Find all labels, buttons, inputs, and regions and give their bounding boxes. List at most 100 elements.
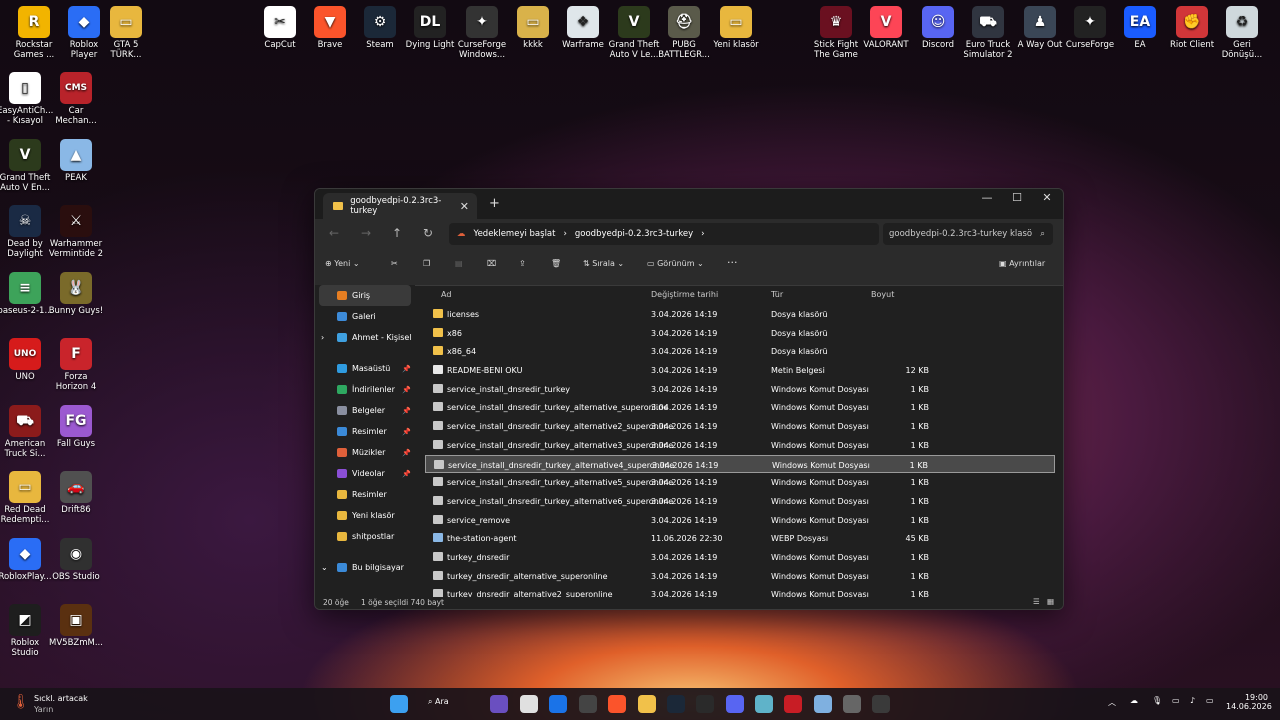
desktop-icon-curseforge[interactable]: ✦ CurseForge bbox=[1062, 6, 1118, 50]
pin-icon[interactable]: 📌 bbox=[402, 428, 411, 436]
weather-icon[interactable]: 🌡 bbox=[12, 694, 30, 710]
desktop-icon-mv5bzmm[interactable]: ▣ MV5BZmM... bbox=[48, 604, 104, 648]
desktop-icon-riot-client[interactable]: ✊ Riot Client bbox=[1164, 6, 1220, 50]
desktop-icon-robloxplay[interactable]: ◆ RobloxPlay... bbox=[0, 537, 53, 582]
sidebar-item-resimler[interactable]: Resimler bbox=[315, 484, 415, 505]
table-row[interactable]: x86 3.04.2026 14:19 Dosya klasörü bbox=[425, 324, 1055, 343]
column-type[interactable]: Tür bbox=[771, 290, 783, 299]
desktop-icon-valorant[interactable]: V VALORANT bbox=[858, 6, 914, 50]
expand-icon[interactable]: ⌄ bbox=[321, 563, 328, 572]
sidebar-item-giri[interactable]: Giriş bbox=[319, 285, 411, 306]
desktop-icon-dying-light[interactable]: DL Dying Light bbox=[402, 6, 458, 50]
tiles-view-icon[interactable]: ▦ bbox=[1047, 597, 1054, 606]
sidebar-item-i-ndirilenler[interactable]: İndirilenler 📌 bbox=[315, 379, 415, 400]
refresh-icon[interactable]: ↻ bbox=[423, 226, 433, 240]
table-row[interactable]: service_install_dnsredir_turkey 3.04.2026… bbox=[425, 380, 1055, 399]
pin-icon[interactable]: 📌 bbox=[402, 407, 411, 415]
netflix-icon[interactable] bbox=[784, 695, 802, 713]
tray-chevron-icon[interactable]: ︿ bbox=[1108, 697, 1116, 708]
outlook-icon[interactable] bbox=[549, 695, 567, 713]
sidebar-item-ahmet-ki-isel[interactable]: › Ahmet - Kişisel bbox=[315, 327, 415, 348]
desktop-icon-curseforge-windows[interactable]: ✦ CurseForge Windows... bbox=[454, 6, 510, 60]
desktop-icon-grand-theft-auto-v-en[interactable]: V Grand Theft Auto V En... bbox=[0, 138, 53, 193]
desktop-icon-red-dead-redempti[interactable]: ▭ Red Dead Redempti... bbox=[0, 471, 53, 525]
desktop-icon-a-way-out[interactable]: ♟ A Way Out bbox=[1012, 6, 1068, 50]
brave-icon[interactable] bbox=[608, 695, 626, 713]
desktop-icon-fall-guys[interactable]: FG Fall Guys bbox=[48, 404, 104, 449]
desktop-icon-baseus-2-1[interactable]: ≡ baseus-2-1... bbox=[0, 271, 53, 316]
details-button[interactable]: ▣ Ayrıntılar bbox=[999, 259, 1045, 268]
desktop-icon-grand-theft-auto-v-le[interactable]: V Grand Theft Auto V Le... bbox=[606, 6, 662, 60]
chatgpt-app-icon[interactable] bbox=[872, 695, 890, 713]
search-button[interactable]: ⌕ Ara bbox=[428, 697, 472, 707]
expand-icon[interactable]: › bbox=[321, 333, 324, 342]
pin-icon[interactable]: 📌 bbox=[402, 449, 411, 457]
copy-icon[interactable]: ❐ bbox=[423, 259, 430, 268]
share-icon[interactable]: ⇪ bbox=[519, 259, 526, 268]
desktop-icon-american-truck-si[interactable]: ⛟ American Truck Si... bbox=[0, 404, 53, 459]
desktop-icon-warhammer-vermintide-2[interactable]: ⚔ Warhammer Vermintide 2 bbox=[48, 205, 104, 259]
volume-icon[interactable]: ♪ bbox=[1190, 696, 1195, 705]
table-row[interactable]: turkey_dnsredir_alternative_superonline 3… bbox=[425, 567, 1055, 586]
more-button[interactable]: ··· bbox=[727, 256, 738, 269]
desktop-icon-uno[interactable]: UNO UNO bbox=[0, 338, 53, 382]
steam-icon[interactable] bbox=[667, 695, 685, 713]
maximize-icon[interactable]: ☐ bbox=[1003, 191, 1031, 204]
settings-icon[interactable] bbox=[843, 695, 861, 713]
desktop-icon-geri-d-n[interactable]: ♻ Geri Dönüşü... bbox=[1214, 6, 1270, 60]
desktop-icon-peak[interactable]: ▲ PEAK bbox=[48, 138, 104, 183]
sidebar-item-resimler[interactable]: Resimler 📌 bbox=[315, 421, 415, 442]
close-tab-icon[interactable]: ✕ bbox=[460, 200, 469, 213]
sidebar-item-shitpostlar[interactable]: shitpostlar bbox=[315, 526, 415, 547]
desktop-icon-capcut[interactable]: ✂ CapCut bbox=[252, 6, 308, 50]
details-view-icon[interactable]: ☰ bbox=[1033, 597, 1040, 606]
microphone-icon[interactable]: 🎙 bbox=[1152, 696, 1162, 705]
desktop-icon-discord[interactable]: ☺ Discord bbox=[910, 6, 966, 50]
up-icon[interactable]: ↑ bbox=[392, 226, 402, 240]
snipping-tool-icon[interactable] bbox=[755, 695, 773, 713]
desktop-icon-euro-truck-simulator-2[interactable]: ⛟ Euro Truck Simulator 2 bbox=[960, 6, 1016, 60]
battery-icon[interactable]: ▭ bbox=[1206, 696, 1214, 705]
table-row[interactable]: service_install_dnsredir_turkey_alternat… bbox=[425, 492, 1055, 511]
view-button[interactable]: ▭ Görünüm ⌄ bbox=[647, 259, 704, 268]
new-button[interactable]: ⊕ Yeni ⌄ bbox=[325, 259, 360, 268]
desktop-icon-stick-fight-the-game[interactable]: ♛ Stick Fight The Game bbox=[808, 6, 864, 60]
back-icon[interactable]: ← bbox=[329, 226, 339, 240]
table-row[interactable]: turkey_dnsredir 3.04.2026 14:19 Windows Ko… bbox=[425, 548, 1055, 567]
desktop-icon-steam[interactable]: ⚙ Steam bbox=[352, 6, 408, 50]
desktop-icon-brave[interactable]: ▼ Brave bbox=[302, 6, 358, 50]
delete-icon[interactable]: 🗑 bbox=[551, 259, 561, 268]
desktop-icon-yeni-klas-r[interactable]: ▭ Yeni klasör bbox=[708, 6, 764, 50]
sidebar-item-m-zikler[interactable]: Müzikler 📌 bbox=[315, 442, 415, 463]
table-row[interactable]: service_install_dnsredir_turkey_alternat… bbox=[425, 454, 1055, 474]
weather-title[interactable]: Sıckl. artacak bbox=[34, 694, 88, 703]
desktop-icon-warframe[interactable]: ❖ Warframe bbox=[555, 6, 611, 50]
epic-games-icon[interactable] bbox=[696, 695, 714, 713]
table-row[interactable]: service_install_dnsredir_turkey_alternat… bbox=[425, 436, 1055, 455]
table-row[interactable]: service_install_dnsredir_turkey_alternat… bbox=[425, 417, 1055, 436]
cloud-icon[interactable]: ☁ bbox=[1130, 696, 1138, 705]
breadcrumb-folder[interactable]: goodbyedpi-0.2.3rc3-turkey bbox=[575, 229, 693, 239]
table-row[interactable]: service_remove 3.04.2026 14:19 Windows Kom… bbox=[425, 511, 1055, 530]
desktop-icon-roblox-studio[interactable]: ◩ Roblox Studio bbox=[0, 604, 53, 658]
desktop-icon-dead-by-daylight[interactable]: ☠ Dead by Daylight bbox=[0, 205, 53, 259]
breadcrumb[interactable]: ☁ Yedeklemeyi başlat › goodbyedpi-0.2.3r… bbox=[449, 223, 879, 245]
new-tab-button[interactable]: + bbox=[489, 196, 500, 211]
start-icon[interactable] bbox=[390, 695, 408, 713]
table-row[interactable]: x86_64 3.04.2026 14:19 Dosya klasörü bbox=[425, 342, 1055, 361]
column-date[interactable]: Değiştirme tarihi bbox=[651, 290, 718, 299]
sidebar-item-yeni-klas-r[interactable]: Yeni klasör bbox=[315, 505, 415, 526]
sidebar-item-videolar[interactable]: Videolar 📌 bbox=[315, 463, 415, 484]
desktop-icon-pubg-battlegr[interactable]: ⛑ PUBG BATTLEGR... bbox=[656, 6, 712, 60]
desktop-icon-gta-5-t-rk[interactable]: ▭ GTA 5 TÜRK... bbox=[98, 6, 154, 60]
calculator-icon[interactable] bbox=[520, 695, 538, 713]
table-row[interactable]: service_install_dnsredir_turkey_alternat… bbox=[425, 398, 1055, 417]
search-input[interactable]: goodbyedpi-0.2.3rc3-turkey klasö ⌕ bbox=[883, 223, 1053, 245]
desktop-icon-easyantich-k-sayol[interactable]: ▯ EasyAntiCh... - Kısayol bbox=[0, 72, 53, 126]
desktop-icon-drift86[interactable]: 🚗 Drift86 bbox=[48, 471, 104, 515]
pin-icon[interactable]: 📌 bbox=[402, 365, 411, 373]
column-name[interactable]: Ad bbox=[441, 290, 451, 299]
notepad-icon[interactable] bbox=[814, 695, 832, 713]
table-row[interactable]: licenses 3.04.2026 14:19 Dosya klasörü bbox=[425, 305, 1055, 324]
close-window-icon[interactable]: ✕ bbox=[1033, 191, 1061, 204]
